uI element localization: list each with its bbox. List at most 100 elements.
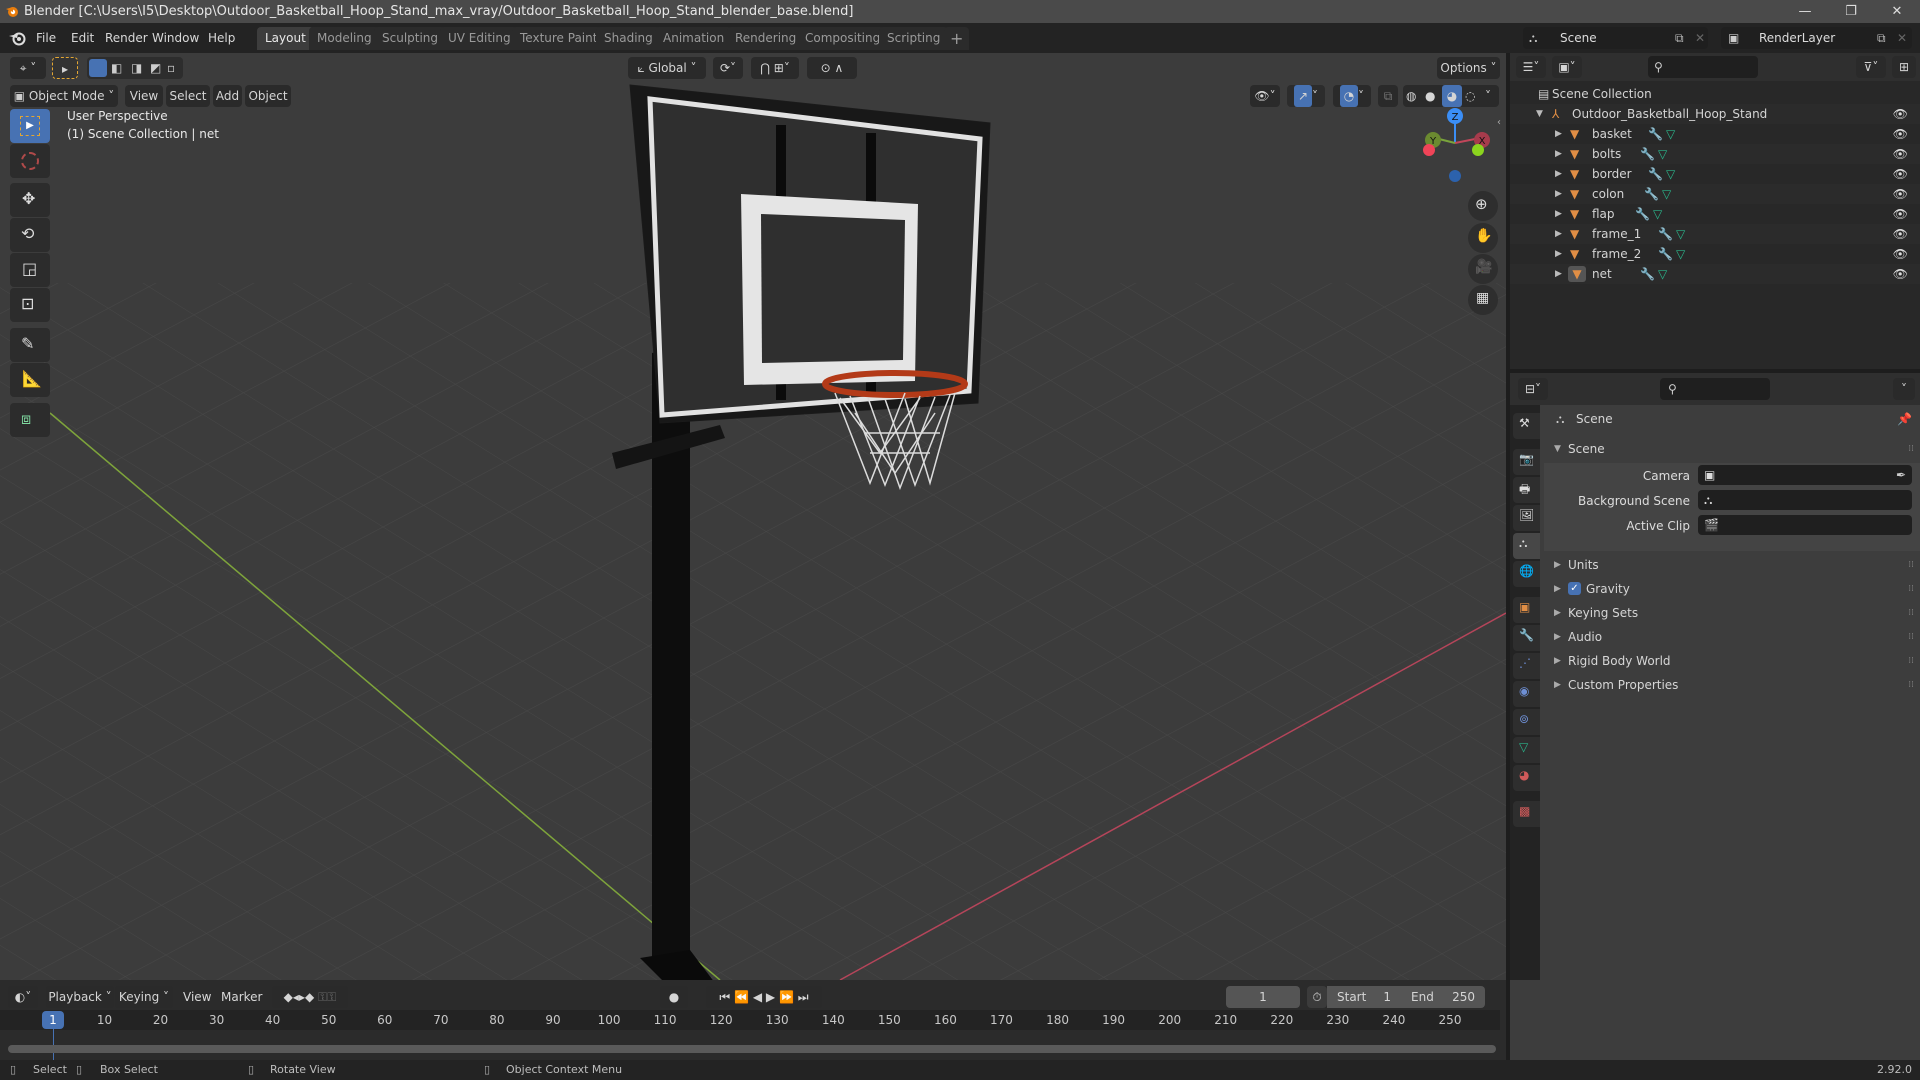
extend-selection-icon[interactable]: ◧	[111, 57, 122, 79]
drag-handle-icon[interactable]: ⁞⁞	[1908, 577, 1914, 601]
play-reverse-icon[interactable]: ◀	[753, 990, 762, 1004]
tab-material[interactable]: ◕	[1513, 765, 1540, 791]
jump-end-icon[interactable]: ⏭	[798, 990, 809, 1004]
material-preview-icon[interactable]: ◕	[1442, 85, 1462, 107]
timeline-view-menu[interactable]: View	[178, 987, 216, 1007]
solid-shading-icon[interactable]: ●	[1425, 85, 1435, 107]
audio-panel[interactable]: ▶ Audio ⁞⁞	[1544, 625, 1920, 649]
transform-orientation-dropdown[interactable]: ⟀ Global ˅	[628, 57, 706, 79]
tool-annotate[interactable]: ✎	[10, 328, 50, 362]
playhead[interactable]: 1	[42, 1011, 64, 1029]
keying-sets-panel[interactable]: ▶ Keying Sets ⁞⁞	[1544, 601, 1920, 625]
delete-keyframe-icon[interactable]: ⚿	[327, 990, 336, 1004]
subtract-selection-icon[interactable]: ◨	[131, 57, 142, 79]
tab-particles[interactable]: ⋰	[1513, 653, 1540, 679]
marker-menu[interactable]: Marker	[216, 987, 267, 1007]
current-frame-field[interactable]: 1	[1226, 986, 1300, 1008]
invert-selection-icon[interactable]: ◩	[150, 57, 161, 79]
jump-start-icon[interactable]: ⏮	[719, 990, 730, 1004]
add-workspace-button[interactable]: +	[944, 27, 970, 50]
xray-toggle[interactable]: ⧉	[1378, 85, 1398, 107]
outliner-object-row[interactable]: ▶ ▼ flap 🔧 ▽ 👁	[1510, 204, 1920, 224]
outliner-search-input[interactable]: ⚲	[1648, 56, 1758, 78]
wireframe-shading-icon[interactable]: ◍	[1406, 85, 1416, 107]
gizmo-toggle[interactable]: ↗ ˅	[1287, 85, 1325, 107]
shading-options-icon[interactable]: ˅	[1485, 85, 1491, 107]
menu-file[interactable]: File	[31, 28, 61, 48]
outliner-object-row[interactable]: ▶ ▼ basket 🔧 ▽ 👁	[1510, 124, 1920, 144]
snap-toggle[interactable]: ⋂ ⊞˅	[751, 57, 799, 79]
tool-rotate[interactable]: ⟲	[10, 218, 50, 252]
expand-arrow-icon[interactable]: ▶	[1555, 184, 1562, 204]
scene-selector[interactable]: ⛬ Scene ⧉ ✕	[1523, 27, 1708, 49]
tab-modifiers[interactable]: 🔧	[1513, 625, 1540, 651]
tab-compositing[interactable]: Compositing	[797, 27, 889, 50]
properties-editor-type[interactable]: ⊟˅	[1518, 378, 1548, 400]
tool-transform[interactable]: ⊡	[10, 288, 50, 322]
pivot-point-dropdown[interactable]: ⟳˅	[713, 57, 743, 79]
visibility-eye-icon[interactable]: 👁	[1893, 244, 1908, 264]
blender-menu-icon[interactable]	[8, 30, 26, 46]
intersect-selection-icon[interactable]: ▫	[167, 57, 175, 79]
menu-window[interactable]: Window	[147, 28, 204, 48]
tab-shading[interactable]: Shading	[596, 27, 661, 50]
properties-search-input[interactable]: ⚲	[1660, 378, 1770, 400]
menu-select[interactable]: Select	[166, 85, 210, 107]
timeline-editor-type[interactable]: ◐˅	[8, 986, 38, 1008]
shading-mode-group[interactable]: ◍ ● ◕ ◌ ˅	[1403, 85, 1499, 107]
rendered-shading-icon[interactable]: ◌	[1465, 85, 1475, 107]
tab-scripting[interactable]: Scripting	[879, 27, 949, 50]
editor-type-button[interactable]: ⌖ ˅	[10, 57, 46, 79]
select-tool-icon[interactable]: ▸	[52, 57, 78, 79]
new-scene-icon[interactable]: ⧉	[1675, 27, 1684, 49]
background-scene-field[interactable]: ⛬	[1698, 490, 1912, 510]
menu-edit[interactable]: Edit	[66, 28, 99, 48]
next-keyframe-icon[interactable]: ▸◆	[299, 990, 314, 1004]
eyedropper-icon[interactable]: ✒	[1896, 465, 1906, 485]
new-collection-button[interactable]: ⊞	[1892, 56, 1916, 78]
drag-handle-icon[interactable]: ⁞⁞	[1908, 625, 1914, 649]
3d-viewport[interactable]: ⌖ ˅ ▸ ◧ ◨ ◩ ▫ ⟀ Global ˅ ⟳˅ ⋂ ⊞˅ ⊙ ∧ Opt…	[0, 53, 1506, 980]
visibility-eye-icon[interactable]: 👁	[1893, 184, 1908, 204]
visibility-eye-icon[interactable]: 👁	[1893, 104, 1908, 124]
outliner-object-row[interactable]: ▶ ▼ colon 🔧 ▽ 👁	[1510, 184, 1920, 204]
tool-add-cube[interactable]: ⧈	[10, 403, 50, 437]
outliner-object-row-active[interactable]: ▶ ▼ net 🔧 ▽ 👁	[1510, 264, 1920, 284]
zoom-view-button[interactable]: ⊕	[1468, 191, 1498, 221]
expand-arrow-icon[interactable]: ▶	[1555, 144, 1562, 164]
visibility-dropdown[interactable]: 👁˅	[1250, 85, 1280, 107]
keying-menu[interactable]: Keying ˅	[115, 986, 173, 1008]
visibility-eye-icon[interactable]: 👁	[1893, 264, 1908, 284]
end-frame-field[interactable]: End 250	[1401, 986, 1485, 1008]
tab-texture-paint[interactable]: Texture Paint	[512, 27, 606, 50]
outliner-object-row[interactable]: ▶ ▼ bolts 🔧 ▽ 👁	[1510, 144, 1920, 164]
navigation-gizmo[interactable]: Z X Y	[1410, 108, 1490, 188]
visibility-eye-icon[interactable]: 👁	[1893, 204, 1908, 224]
preview-range-toggle[interactable]: ⏱	[1307, 986, 1327, 1008]
visibility-eye-icon[interactable]: 👁	[1893, 224, 1908, 244]
set-new-selection-icon[interactable]	[89, 59, 107, 77]
visibility-eye-icon[interactable]: 👁	[1893, 164, 1908, 184]
visibility-eye-icon[interactable]: 👁	[1893, 124, 1908, 144]
delete-view-layer-icon[interactable]: ✕	[1897, 27, 1907, 49]
drag-handle-icon[interactable]: ⁞⁞	[1908, 601, 1914, 625]
menu-view[interactable]: View	[125, 85, 163, 107]
play-icon[interactable]: ▶	[766, 990, 775, 1004]
tab-modeling[interactable]: Modeling	[309, 27, 380, 50]
filter-dropdown[interactable]: ⊽˅	[1856, 56, 1886, 78]
visibility-eye-icon[interactable]: 👁	[1893, 144, 1908, 164]
expand-arrow-icon[interactable]: ▶	[1555, 264, 1562, 284]
tool-select-box[interactable]: ▶	[10, 109, 50, 143]
selection-mode-group[interactable]: ◧ ◨ ◩ ▫	[87, 57, 183, 79]
pan-view-button[interactable]: ✋	[1468, 223, 1498, 253]
expand-arrow-icon[interactable]: ▶	[1555, 224, 1562, 244]
overlays-toggle[interactable]: ◔ ˅	[1333, 85, 1371, 107]
collection-row[interactable]: ▼ ⅄ Outdoor_Basketball_Hoop_Stand 👁	[1510, 104, 1920, 124]
start-frame-field[interactable]: Start 1	[1327, 986, 1401, 1008]
tab-output[interactable]: 🖶	[1513, 477, 1540, 503]
menu-add[interactable]: Add	[213, 85, 242, 107]
auto-keying-toggle[interactable]: ●	[660, 986, 688, 1008]
jump-next-keyframe-icon[interactable]: ⏩	[779, 990, 794, 1004]
gravity-panel[interactable]: ▶ ✓ Gravity ⁞⁞	[1544, 577, 1920, 601]
tab-texture[interactable]: ▩	[1513, 801, 1540, 827]
